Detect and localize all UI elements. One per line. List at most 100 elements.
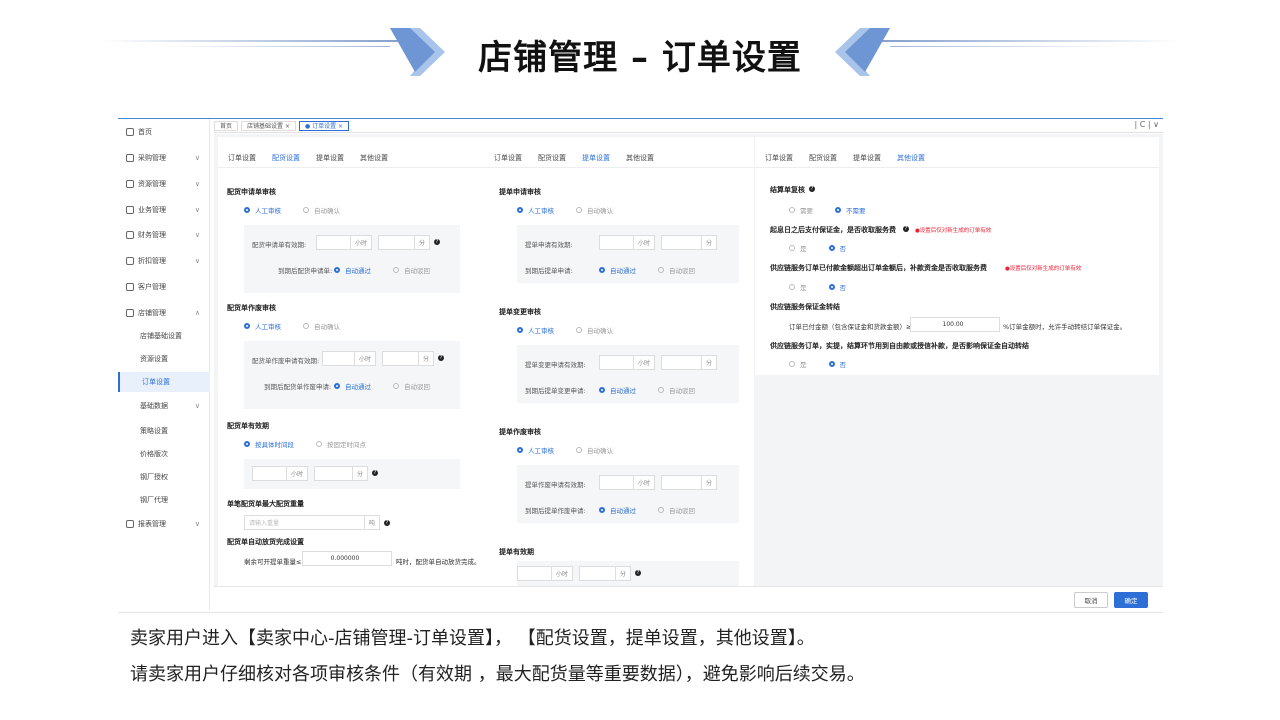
- radio-no[interactable]: [835, 207, 841, 213]
- sidebar-sub-store-basic[interactable]: 店铺基础设置: [118, 326, 210, 346]
- max-weight-input[interactable]: 请输入重量吨: [244, 515, 380, 530]
- radio-manual[interactable]: [517, 447, 523, 453]
- minute-input[interactable]: 分: [378, 235, 430, 250]
- hour-input[interactable]: 小时: [322, 351, 376, 366]
- radio-yes[interactable]: [789, 284, 795, 290]
- radio-auto-reject[interactable]: [393, 267, 399, 273]
- radio-group: 自动通过 自动驳回: [599, 385, 717, 395]
- radio-group: 自动通过 自动驳回: [334, 381, 452, 391]
- tab-other[interactable]: 其他设置: [626, 153, 654, 168]
- radio-auto-reject[interactable]: [393, 383, 399, 389]
- sub-settings-box: 配货单作废申请有效期: 小时 分 ? 到期后配货单作废申请: 自动通过 自动驳回: [244, 341, 460, 409]
- hour-input[interactable]: 小时: [252, 466, 308, 481]
- minute-input[interactable]: 分: [661, 235, 717, 250]
- sidebar-sub-order-setting[interactable]: 订单设置: [118, 372, 210, 392]
- hour-input[interactable]: 小时: [316, 235, 372, 250]
- hour-input[interactable]: 小时: [599, 355, 655, 370]
- help-icon[interactable]: ?: [438, 355, 444, 361]
- remaining-weight-input[interactable]: 0.000000: [302, 551, 392, 566]
- section-title: 供应链服务订单，实提，结算环节用到自由款或授信补款，是否影响保证金自动转结: [770, 342, 1029, 350]
- section-title: 起息日之后支付保证金，是否收取服务费: [770, 226, 896, 234]
- tab-bill[interactable]: 提单设置: [582, 153, 610, 168]
- sidebar-item-customer[interactable]: 客户管理: [118, 277, 210, 297]
- tab-bill[interactable]: 提单设置: [853, 153, 881, 168]
- radio-auto[interactable]: [303, 207, 309, 213]
- sidebar-sub-mill-agent[interactable]: 钢厂代理: [118, 490, 210, 510]
- radio-auto[interactable]: [576, 327, 582, 333]
- help-icon[interactable]: ?: [384, 520, 390, 526]
- hour-input[interactable]: 小时: [599, 475, 655, 490]
- radio-time-span[interactable]: [244, 441, 250, 447]
- radio-manual[interactable]: [517, 327, 523, 333]
- help-icon[interactable]: ?: [372, 470, 378, 476]
- radio-no[interactable]: [828, 361, 835, 367]
- sidebar-item-store[interactable]: 店铺管理 ∧: [118, 303, 210, 323]
- sidebar-item-finance[interactable]: 财务管理 ∨: [118, 225, 210, 245]
- tab-other[interactable]: 其他设置: [360, 153, 388, 168]
- tab-home[interactable]: 首页: [214, 120, 239, 131]
- tab-order[interactable]: 订单设置: [494, 153, 522, 168]
- deposit-ratio-input[interactable]: 100.00: [910, 317, 1000, 332]
- hour-input[interactable]: 小时: [599, 235, 655, 250]
- sidebar-item-discount[interactable]: 折扣管理 ∨: [118, 251, 210, 271]
- radio-auto-pass[interactable]: [599, 507, 605, 513]
- radio-auto-pass[interactable]: [334, 383, 340, 389]
- sidebar-sub-strategy[interactable]: 策略设置: [118, 421, 210, 441]
- help-icon[interactable]: ?: [809, 186, 815, 192]
- report-icon: [126, 520, 134, 528]
- window-controls[interactable]: | C | ∨: [1135, 120, 1159, 129]
- sidebar-item-report[interactable]: 报表管理 ∨: [118, 514, 210, 534]
- minute-input[interactable]: 分: [661, 355, 717, 370]
- hour-input[interactable]: 小时: [517, 566, 573, 581]
- radio-auto-reject[interactable]: [658, 267, 664, 273]
- minute-input[interactable]: 分: [382, 351, 434, 366]
- radio-yes[interactable]: [789, 245, 795, 251]
- sidebar-item-purchase[interactable]: 采购管理 ∨: [118, 148, 210, 168]
- cancel-button[interactable]: 取消: [1074, 592, 1108, 608]
- radio-auto[interactable]: [576, 207, 582, 213]
- radio-auto[interactable]: [576, 447, 582, 453]
- radio-manual[interactable]: [244, 207, 250, 213]
- sidebar-sub-mill-auth[interactable]: 钢厂授权: [118, 467, 210, 487]
- minute-input[interactable]: 分: [314, 466, 368, 481]
- radio-no[interactable]: [828, 284, 835, 290]
- radio-auto-pass[interactable]: [599, 267, 605, 273]
- section-title: 配货单作废审核: [227, 304, 276, 312]
- radio-auto-reject[interactable]: [658, 387, 664, 393]
- sidebar-item-business[interactable]: 业务管理 ∨: [118, 200, 210, 220]
- section-title: 提单申请审核: [499, 188, 541, 196]
- tab-order[interactable]: 订单设置: [228, 153, 256, 168]
- sidebar-sub-base-data[interactable]: 基础数据 ∨: [118, 396, 210, 416]
- radio-fixed-time[interactable]: [316, 441, 322, 447]
- radio-auto-pass[interactable]: [599, 387, 605, 393]
- help-icon[interactable]: ?: [903, 226, 909, 232]
- radio-group: 人工审核 自动确认: [517, 205, 635, 215]
- sidebar-sub-price-version[interactable]: 价格版次: [118, 444, 210, 464]
- radio-auto-reject[interactable]: [658, 507, 664, 513]
- radio-group: 人工审核 自动确认: [244, 205, 362, 215]
- radio-no[interactable]: [828, 245, 835, 251]
- sidebar-item-resource[interactable]: 资源管理 ∨: [118, 174, 210, 194]
- minute-input[interactable]: 分: [661, 475, 717, 490]
- radio-yes[interactable]: [789, 361, 795, 367]
- tab-delivery[interactable]: 配货设置: [272, 153, 300, 168]
- page-title: 店铺管理 – 订单设置: [478, 38, 802, 78]
- help-icon[interactable]: ?: [635, 570, 641, 576]
- radio-yes[interactable]: [789, 207, 795, 213]
- tab-store-basic[interactable]: 店铺基础设置 ×: [241, 120, 296, 131]
- sidebar-item-home[interactable]: 首页: [118, 122, 210, 142]
- tab-bill[interactable]: 提单设置: [316, 153, 344, 168]
- radio-manual[interactable]: [517, 207, 523, 213]
- radio-auto-pass[interactable]: [334, 267, 340, 273]
- ok-button[interactable]: 确定: [1114, 592, 1148, 608]
- help-icon[interactable]: ?: [434, 239, 440, 245]
- tab-other[interactable]: 其他设置: [897, 153, 925, 168]
- radio-manual[interactable]: [244, 323, 250, 329]
- tab-delivery[interactable]: 配货设置: [538, 153, 566, 168]
- minute-input[interactable]: 分: [579, 566, 631, 581]
- tab-order-setting[interactable]: ● 订单设置 ×: [298, 120, 350, 131]
- tab-delivery[interactable]: 配货设置: [809, 153, 837, 168]
- tab-order[interactable]: 订单设置: [765, 153, 793, 168]
- radio-auto[interactable]: [303, 323, 309, 329]
- sidebar-sub-resource-setting[interactable]: 资源设置: [118, 349, 210, 369]
